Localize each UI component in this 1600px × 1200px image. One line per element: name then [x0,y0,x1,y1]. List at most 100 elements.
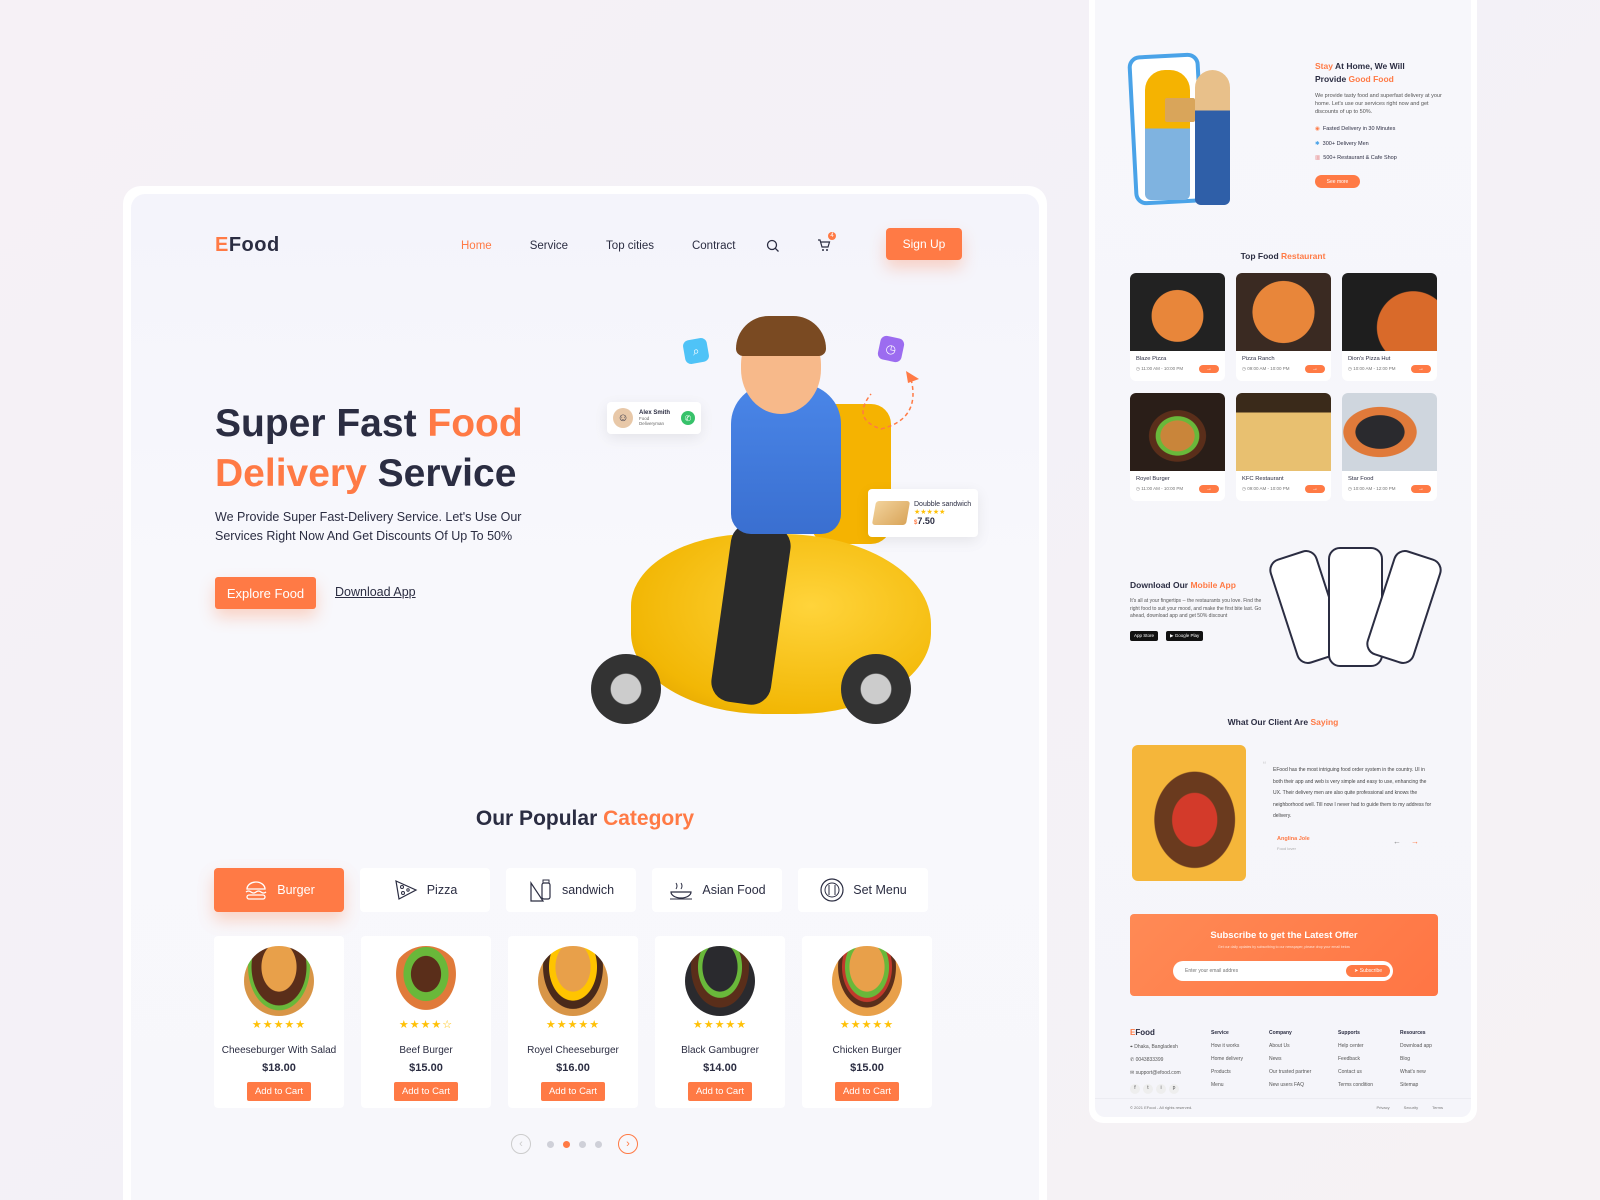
footer-link[interactable]: Contact us [1338,1066,1373,1079]
instagram-icon[interactable]: i [1156,1083,1166,1094]
footer-link[interactable]: What's new [1400,1066,1432,1079]
pagination-dot[interactable] [595,1140,602,1148]
footer-link[interactable]: Sitemap [1400,1079,1432,1092]
product-rating: ★★★★☆ [398,1019,454,1031]
pinterest-icon[interactable]: p [1169,1083,1179,1094]
footer-link[interactable]: How it works [1211,1040,1243,1053]
restaurant-card[interactable]: Blaze Pizza ◷ 11:00 AM - 10:00 PM → [1130,273,1225,381]
category-tabs: Burger Pizza sandwich Asian Food Set Men… [214,868,928,912]
phone-call-icon[interactable]: ✆ [681,411,695,425]
security-link[interactable]: Security [1404,1105,1418,1110]
search-button[interactable] [764,237,782,255]
add-to-cart-button[interactable]: Add to Cart [540,1082,606,1101]
arrow-left-icon: ← [1393,837,1401,846]
add-to-cart-button[interactable]: Add to Cart [393,1082,459,1101]
category-tab-pizza[interactable]: Pizza [360,868,490,912]
clock-bubble-icon: ◷ [876,334,906,364]
restaurant-image [1130,273,1225,351]
pagination-next-button[interactable]: › [618,1134,638,1154]
pagination-dots [547,1140,602,1148]
restaurant-go-button[interactable]: → [1411,485,1431,493]
footer-link[interactable]: Terms condition [1338,1079,1373,1092]
pagination-dot[interactable] [547,1140,554,1148]
footer-link[interactable]: Our trusted partner [1269,1066,1311,1079]
restaurant-card[interactable]: Star Food ◷ 10:00 AM - 12:00 PM → [1342,393,1437,501]
category-tab-sandwich[interactable]: sandwich [506,868,636,912]
client-photo [1132,745,1246,881]
restaurant-card[interactable]: Dion's Pizza Hut ◷ 10:00 AM - 12:00 PM → [1342,273,1437,381]
footer-link[interactable]: Help center [1338,1040,1373,1053]
footer-link[interactable]: Menu [1211,1079,1243,1092]
restaurant-go-button[interactable]: → [1411,365,1431,373]
footer-link[interactable]: Feedback [1338,1053,1373,1066]
footer-link[interactable]: News [1269,1053,1311,1066]
mail-icon: ✉ [1130,1070,1135,1076]
arrow-right-icon: → [1411,837,1419,846]
cart-button[interactable]: 4 [815,232,836,254]
footer-link[interactable]: Home delivery [1211,1053,1243,1066]
product-card[interactable]: ★★★★★ Cheeseburger With Salad $18.00 Add… [214,936,344,1108]
nav-top-cities[interactable]: Top cities [606,240,654,252]
pizza-icon [394,879,418,900]
clock-icon: ◷ 09:00 AM - 10:00 PM [1242,366,1290,371]
burger-icon [245,881,267,900]
footer-link[interactable]: Products [1211,1066,1243,1079]
contact-address: ⌖ Dhaka, Bangladesh [1130,1044,1178,1050]
add-to-cart-button[interactable]: Add to Cart [834,1082,900,1101]
search-bubble-icon: ⌕ [682,337,710,365]
testimonial-next-button[interactable]: → [1411,837,1419,846]
restaurant-card[interactable]: Royel Burger ◷ 11:00 AM - 10:00 PM → [1130,393,1225,501]
restaurant-image [1130,393,1225,471]
restaurant-go-button[interactable]: → [1199,485,1219,493]
restaurant-go-button[interactable]: → [1199,365,1219,373]
add-to-cart-button[interactable]: Add to Cart [246,1082,312,1101]
category-tab-burger[interactable]: Burger [214,868,344,912]
twitter-icon[interactable]: t [1143,1083,1153,1094]
subscribe-button[interactable]: ➤ Subscribe [1346,965,1390,977]
logo[interactable]: EFood [215,234,280,257]
restaurants-title: Top Food Restaurant [1240,251,1326,261]
nav-service[interactable]: Service [530,240,568,252]
privacy-link[interactable]: Privacy [1377,1105,1390,1110]
footer-logo[interactable]: EFood [1130,1028,1155,1037]
food-card-name: Doubble sandwich [914,500,972,508]
testimonial-prev-button[interactable]: ← [1393,837,1401,846]
google-play-button[interactable]: ▶ Google Play [1166,631,1204,641]
see-more-button[interactable]: See more [1315,175,1360,188]
nav-contract[interactable]: Contract [692,240,735,252]
footer-link[interactable]: Blog [1400,1053,1432,1066]
download-app-link[interactable]: Download App [335,585,416,599]
pagination-dot[interactable] [579,1140,586,1148]
product-image [538,946,608,1016]
email-input[interactable] [1185,968,1335,974]
terms-link[interactable]: Terms [1432,1105,1443,1110]
product-card[interactable]: ★★★★☆ Beef Burger $15.00 Add to Cart [361,936,491,1108]
nav-home[interactable]: Home [461,240,492,252]
add-to-cart-button[interactable]: Add to Cart [687,1082,753,1101]
facebook-icon[interactable]: f [1130,1083,1140,1094]
sign-up-button[interactable]: Sign Up [886,228,962,260]
pagination-prev-button[interactable]: ‹ [511,1134,531,1154]
app-store-button[interactable]: App Store [1130,631,1159,641]
footer-link[interactable]: New users FAQ [1269,1079,1311,1092]
scooter-rear-wheel [841,654,911,724]
subscribe-title: Subscribe to get the Latest Offer [1210,930,1358,941]
product-price: $18.00 [262,1062,296,1074]
restaurant-card[interactable]: KFC Restaurant ◷ 09:00 AM - 10:00 PM → [1236,393,1331,501]
hero-description: We Provide Super Fast-Delivery Service. … [215,510,522,543]
explore-food-button[interactable]: Explore Food [215,577,316,609]
product-list: ★★★★★ Cheeseburger With Salad $18.00 Add… [214,936,932,1108]
footer-link[interactable]: About Us [1269,1040,1311,1053]
asian-food-icon [670,882,693,900]
product-card[interactable]: ★★★★★ Royel Cheeseburger $16.00 Add to C… [508,936,638,1108]
about-title: Stay At Home, We Will Provide Good Food [1315,61,1405,84]
pagination-dot-active[interactable] [563,1140,570,1148]
category-tab-set-menu[interactable]: Set Menu [798,868,928,912]
product-card[interactable]: ★★★★★ Black Gambugrer $14.00 Add to Cart [655,936,785,1108]
category-tab-asian-food[interactable]: Asian Food [652,868,782,912]
restaurant-card[interactable]: Pizza Ranch ◷ 09:00 AM - 10:00 PM → [1236,273,1331,381]
product-card[interactable]: ★★★★★ Chicken Burger $15.00 Add to Cart [802,936,932,1108]
footer-link[interactable]: Download app [1400,1040,1432,1053]
restaurant-go-button[interactable]: → [1305,485,1325,493]
restaurant-go-button[interactable]: → [1305,365,1325,373]
